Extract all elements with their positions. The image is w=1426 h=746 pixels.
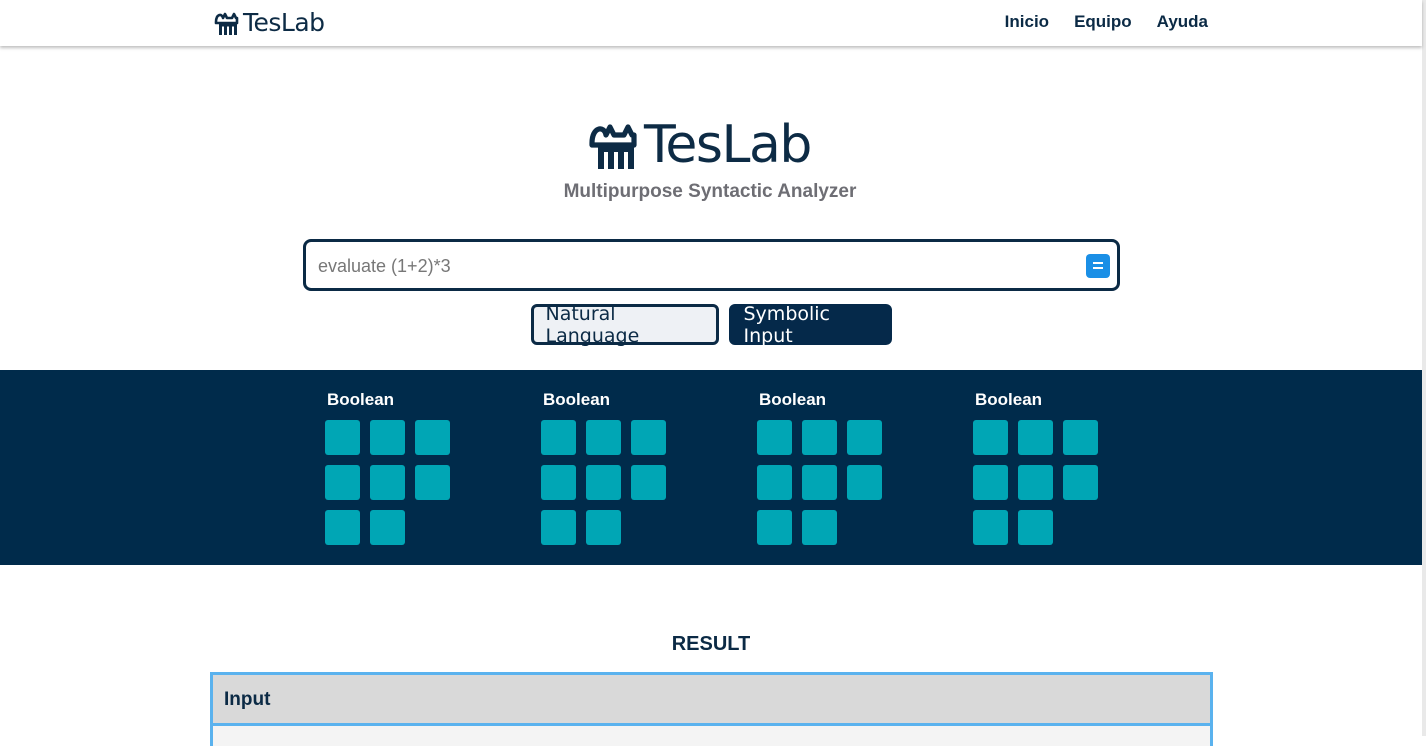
operator-tile[interactable] [541,465,576,500]
operator-tile[interactable] [802,465,837,500]
category-group: Boolean [541,390,671,545]
operator-tile[interactable] [325,465,360,500]
operator-tile[interactable] [757,465,792,500]
result-input-row [213,726,1210,746]
hero-logo: TesLab [588,115,812,175]
operator-tile[interactable] [541,510,576,545]
operator-tile[interactable] [1063,420,1098,455]
operator-tile[interactable] [1018,465,1053,500]
operator-tile[interactable] [973,510,1008,545]
operator-tile[interactable] [1018,420,1053,455]
result-input-header: Input [213,675,1210,726]
main-nav: Inicio Equipo Ayuda [1005,12,1208,32]
operator-tile[interactable] [631,465,666,500]
nav-link-equipo[interactable]: Equipo [1074,12,1132,32]
operator-tile[interactable] [370,465,405,500]
operator-tile[interactable] [802,510,837,545]
natural-language-button[interactable]: Natural Language [530,303,719,347]
operator-tile[interactable] [1063,465,1098,500]
operator-tile[interactable] [1018,510,1053,545]
operator-tile[interactable] [847,420,882,455]
evaluate-button[interactable] [1086,254,1110,278]
operator-tile[interactable] [973,420,1008,455]
page-scrollbar[interactable] [1422,0,1426,736]
category-title: Boolean [327,390,395,409]
expression-search-box [303,239,1120,291]
operator-tile[interactable] [415,465,450,500]
symbolic-input-button[interactable]: Symbolic Input [728,303,892,347]
operator-tile[interactable] [415,420,450,455]
operator-tile[interactable] [757,420,792,455]
hero-subtitle: Multipurpose Syntactic Analyzer [0,181,1422,203]
operator-tile[interactable] [757,510,792,545]
category-group: Boolean [973,390,1103,545]
cat-logo-icon [214,12,239,35]
operator-tile[interactable] [847,465,882,500]
hero-subtitle-text: Multipurpose Syntactic Analyzer [563,181,857,202]
top-navbar: TesLab Inicio Equipo Ayuda [0,0,1422,46]
hero-title: TesLab [644,115,812,175]
brand-logo[interactable]: TesLab [214,9,325,37]
result-heading: RESULT [671,633,751,655]
operator-tile[interactable] [631,420,666,455]
nav-link-inicio[interactable]: Inicio [1005,12,1049,32]
operator-tile[interactable] [586,510,621,545]
category-title: Boolean [543,390,611,409]
category-title: Boolean [975,390,1043,409]
operator-tile[interactable] [325,420,360,455]
result-table: Input [210,672,1213,746]
operator-tile[interactable] [541,420,576,455]
operator-tile[interactable] [325,510,360,545]
operator-tile[interactable] [370,510,405,545]
operator-tile[interactable] [586,420,621,455]
operator-tile[interactable] [973,465,1008,500]
input-mode-toggle: Natural Language Symbolic Input [0,303,1422,347]
category-group: Boolean [325,390,455,545]
nav-link-ayuda[interactable]: Ayuda [1157,12,1208,32]
operator-tile[interactable] [370,420,405,455]
operator-categories-panel: Boolean Boolean Boolean Boolean [0,370,1422,565]
brand-name: TesLab [243,8,325,37]
operator-tile[interactable] [802,420,837,455]
operator-tile[interactable] [586,465,621,500]
category-group: Boolean [757,390,887,545]
category-title: Boolean [759,390,827,409]
expression-input[interactable] [316,242,1080,290]
cat-logo-icon [589,124,637,169]
